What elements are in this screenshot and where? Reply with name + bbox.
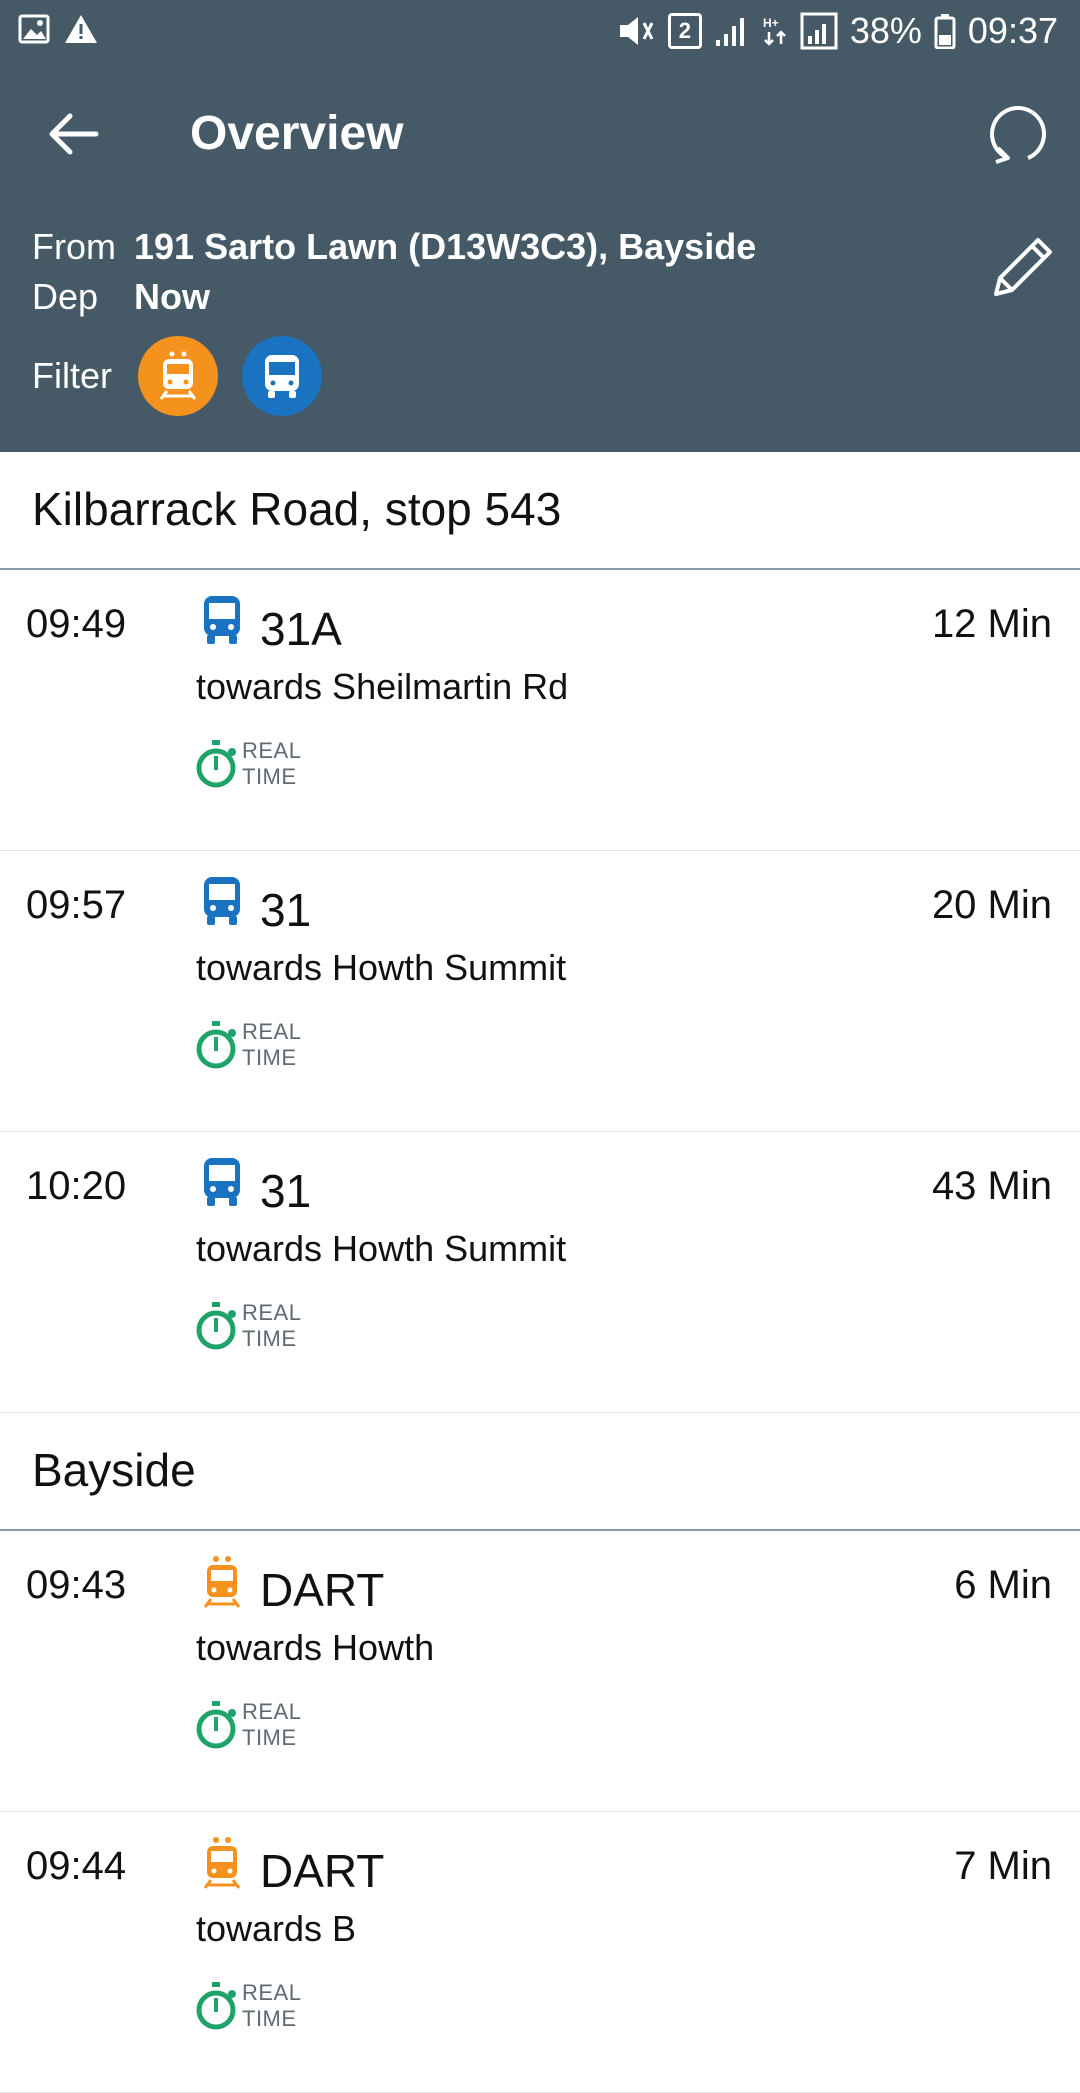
sim-badge: 2 bbox=[667, 13, 702, 49]
bus-icon bbox=[204, 1158, 240, 1206]
departure-row[interactable]: 09:43 DART 6 Min towards Howth REAL TIME bbox=[0, 1531, 1080, 1812]
destination: towards Howth Summit bbox=[196, 947, 567, 988]
destination: towards Howth bbox=[196, 1627, 435, 1668]
realtime-bottom: TIME bbox=[242, 1045, 297, 1070]
train-icon bbox=[159, 351, 197, 400]
departure-row[interactable]: 09:57 31 20 Min towards Howth Summit REAL TIM… bbox=[0, 851, 1080, 1132]
bus-icon bbox=[265, 355, 299, 398]
minutes-until: 20 Min bbox=[931, 883, 1052, 927]
realtime-badge: REAL TIME bbox=[196, 738, 301, 790]
app-header: 2 H+ 38% 09:37 Overview From 191 Sarto La… bbox=[0, 0, 1080, 452]
realtime-bottom: TIME bbox=[242, 764, 297, 789]
trip-info[interactable]: From 191 Sarto Lawn (D13W3C3), Bayside De… bbox=[32, 222, 756, 322]
departure-row[interactable]: 09:44 DART 7 Min towards B REAL TIME bbox=[0, 1812, 1080, 2093]
data-icon: H+ bbox=[763, 16, 786, 46]
train-icon bbox=[203, 1556, 241, 1608]
realtime-top: REAL bbox=[242, 1699, 302, 1724]
from-value: 191 Sarto Lawn (D13W3C3), Bayside bbox=[134, 226, 757, 267]
warning-icon bbox=[65, 15, 97, 43]
filter-bar: Filter bbox=[32, 336, 322, 416]
destination: towards Howth Summit bbox=[196, 1228, 567, 1269]
refresh-icon[interactable] bbox=[984, 100, 1050, 166]
status-bar: 2 H+ 38% 09:37 bbox=[0, 0, 1080, 64]
realtime-top: REAL bbox=[242, 738, 302, 763]
minutes-until: 12 Min bbox=[931, 602, 1052, 646]
back-arrow-icon[interactable] bbox=[44, 106, 100, 162]
filter-label: Filter bbox=[32, 355, 112, 396]
mute-icon bbox=[619, 17, 654, 45]
realtime-top: REAL bbox=[242, 1980, 302, 2005]
toolbar: Overview bbox=[0, 64, 1080, 212]
stopwatch-icon bbox=[196, 740, 236, 788]
stopwatch-icon bbox=[196, 1701, 236, 1749]
route-number: 31 bbox=[260, 884, 312, 936]
filter-bus-button[interactable] bbox=[242, 336, 322, 416]
route-number: DART bbox=[260, 1564, 385, 1616]
stopwatch-icon bbox=[196, 1302, 236, 1350]
departure-time: 10:20 bbox=[26, 1164, 127, 1208]
battery-icon bbox=[934, 14, 956, 49]
minutes-until: 7 Min bbox=[954, 1844, 1052, 1888]
train-icon bbox=[203, 1837, 241, 1889]
realtime-bottom: TIME bbox=[242, 1326, 297, 1351]
departure-row[interactable]: 09:49 31A 12 Min towards Sheilmartin Rd REAL… bbox=[0, 570, 1080, 851]
svg-text:H+: H+ bbox=[763, 16, 779, 30]
page-title: Overview bbox=[190, 107, 404, 160]
battery-percent: 38% bbox=[849, 10, 922, 51]
route-number: 31A bbox=[260, 603, 342, 655]
destination: towards Sheilmartin Rd bbox=[196, 666, 569, 707]
bus-icon bbox=[204, 877, 240, 925]
gallery-icon bbox=[18, 14, 50, 44]
realtime-badge: REAL TIME bbox=[196, 1019, 301, 1071]
minutes-until: 6 Min bbox=[954, 1563, 1052, 1607]
route-number: 31 bbox=[260, 1165, 312, 1217]
pencil-icon[interactable] bbox=[986, 232, 1058, 304]
realtime-badge: REAL TIME bbox=[196, 1980, 301, 2032]
departure-time: 09:57 bbox=[26, 883, 127, 927]
stop-name: Kilbarrack Road, stop 543 bbox=[32, 483, 562, 535]
minutes-until: 43 Min bbox=[931, 1164, 1052, 1208]
route-number: DART bbox=[260, 1845, 385, 1897]
signal-icon bbox=[715, 18, 744, 46]
realtime-top: REAL bbox=[242, 1300, 302, 1325]
stopwatch-icon bbox=[196, 1021, 236, 1069]
departure-time: 09:44 bbox=[26, 1844, 127, 1888]
from-label: From bbox=[32, 226, 116, 267]
departure-row[interactable]: 10:20 31 43 Min towards Howth Summit REAL TIM… bbox=[0, 1132, 1080, 1413]
stopwatch-icon bbox=[196, 1982, 236, 2030]
stop-header: Kilbarrack Road, stop 543 bbox=[0, 452, 1080, 570]
bus-icon bbox=[204, 596, 240, 644]
realtime-top: REAL bbox=[242, 1019, 302, 1044]
clock: 09:37 bbox=[967, 10, 1058, 51]
stop-name: Bayside bbox=[32, 1444, 196, 1496]
realtime-badge: REAL TIME bbox=[196, 1300, 301, 1352]
destination: towards B bbox=[196, 1908, 357, 1949]
stop-header: Bayside bbox=[0, 1413, 1080, 1531]
signal-icon bbox=[800, 12, 838, 50]
dep-label: Dep bbox=[32, 276, 99, 317]
realtime-bottom: TIME bbox=[242, 2006, 297, 2031]
dep-value: Now bbox=[134, 276, 210, 317]
filter-train-button[interactable] bbox=[138, 336, 218, 416]
realtime-badge: REAL TIME bbox=[196, 1699, 301, 1751]
realtime-bottom: TIME bbox=[242, 1725, 297, 1750]
departure-time: 09:49 bbox=[26, 602, 127, 646]
departure-time: 09:43 bbox=[26, 1563, 127, 1607]
